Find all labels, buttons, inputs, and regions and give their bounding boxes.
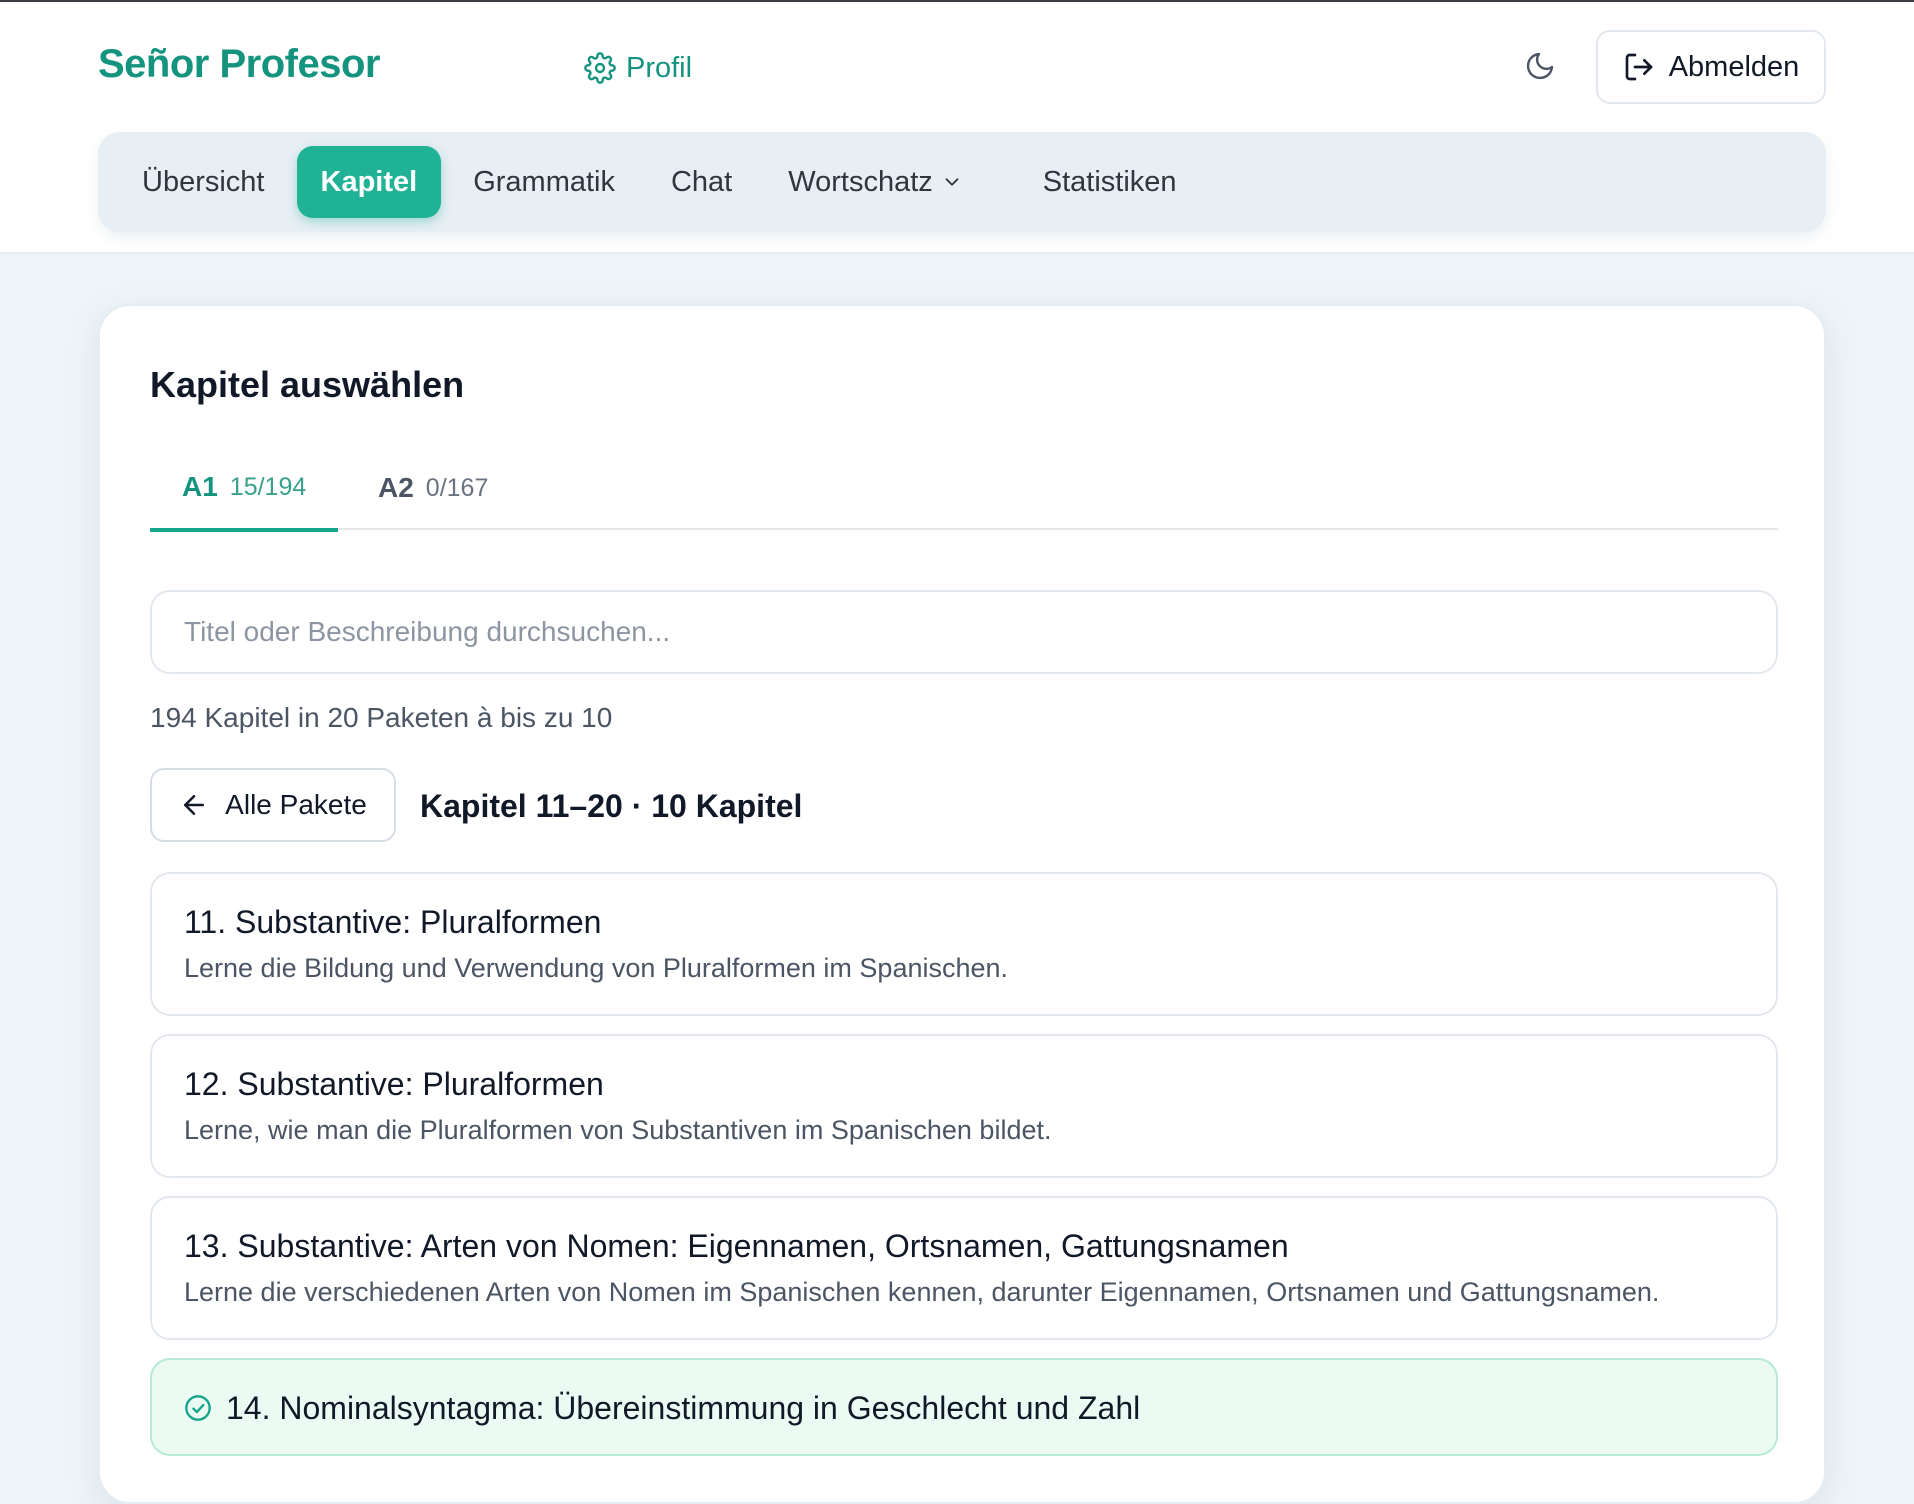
nav-item-statistics[interactable]: Statistiken [1019,146,1201,218]
logout-button[interactable]: Abmelden [1596,30,1826,104]
chapter-summary: 194 Kapitel in 20 Paketen à bis zu 10 [150,702,613,733]
tab-a1-label: A1 [182,471,218,502]
chapter-item[interactable]: 11. Substantive: Pluralformen Lerne die … [150,872,1778,1016]
moon-icon [1526,52,1554,80]
brand-logo[interactable]: Señor Profesor [98,42,380,87]
chapter-title-row: 14. Nominalsyntagma: Übereinstimmung in … [184,1388,1744,1428]
page-title: Kapitel auswählen [150,364,465,405]
nav-item-grammar[interactable]: Grammatik [449,146,639,218]
tab-a1[interactable]: A1 15/194 [150,446,339,532]
tab-a2-label: A2 [378,472,414,503]
nav-item-vocabulary-label: Wortschatz [788,165,933,198]
main-nav: Übersicht Kapitel Grammatik Chat Wortsch… [98,132,1826,232]
chapter-item[interactable]: 13. Substantive: Arten von Nomen: Eigenn… [150,1196,1778,1340]
tab-a2-count: 0/167 [425,473,489,502]
nav-item-overview[interactable]: Übersicht [118,146,289,218]
chapter-item-completed[interactable]: 14. Nominalsyntagma: Übereinstimmung in … [150,1358,1778,1456]
profile-label: Profil [626,51,693,84]
logout-label: Abmelden [1668,50,1800,83]
gear-icon [584,52,616,84]
all-packages-label: Alle Pakete [225,789,367,820]
nav-item-chapters[interactable]: Kapitel [296,146,442,218]
nav-item-chat[interactable]: Chat [647,146,756,218]
package-title: Kapitel 11–20 · 10 Kapitel [420,788,803,824]
profile-link[interactable]: Profil [584,48,692,88]
chapter-description: Lerne, wie man die Pluralformen von Subs… [184,1115,1052,1145]
arrow-left-icon [184,795,205,815]
level-tabs: A1 15/194 A2 0/167 [150,446,1778,532]
chapter-description: Lerne die Bildung und Verwendung von Plu… [184,953,1009,983]
chapter-title: 13. Substantive: Arten von Nomen: Eigenn… [184,1228,1289,1264]
chapter-description: Lerne die verschiedenen Arten von Nomen … [184,1277,1660,1307]
chapter-title: 14. Nominalsyntagma: Übereinstimmung in … [226,1390,1141,1426]
app-header: Señor Profesor Profil Abmelden Übersicht… [0,2,1914,254]
chapter-title: 11. Substantive: Pluralformen [184,904,602,940]
check-circle-icon [185,1395,211,1421]
logout-icon [1625,53,1653,81]
theme-toggle-button[interactable] [1520,46,1560,86]
all-packages-button[interactable]: Alle Pakete [150,768,396,842]
search-input[interactable] [150,590,1778,674]
tab-a1-count: 15/194 [229,472,307,501]
chapter-title: 12. Substantive: Pluralformen [184,1066,604,1102]
chapter-selection-card: Kapitel auswählen A1 15/194 A2 0/167 194… [98,304,1826,1504]
chapter-list: 11. Substantive: Pluralformen Lerne die … [150,872,1778,1474]
chevron-down-icon [945,178,959,186]
chapter-item[interactable]: 12. Substantive: Pluralformen Lerne, wie… [150,1034,1778,1178]
nav-item-vocabulary[interactable]: Wortschatz [764,146,987,218]
tab-a2[interactable]: A2 0/167 [346,446,520,530]
